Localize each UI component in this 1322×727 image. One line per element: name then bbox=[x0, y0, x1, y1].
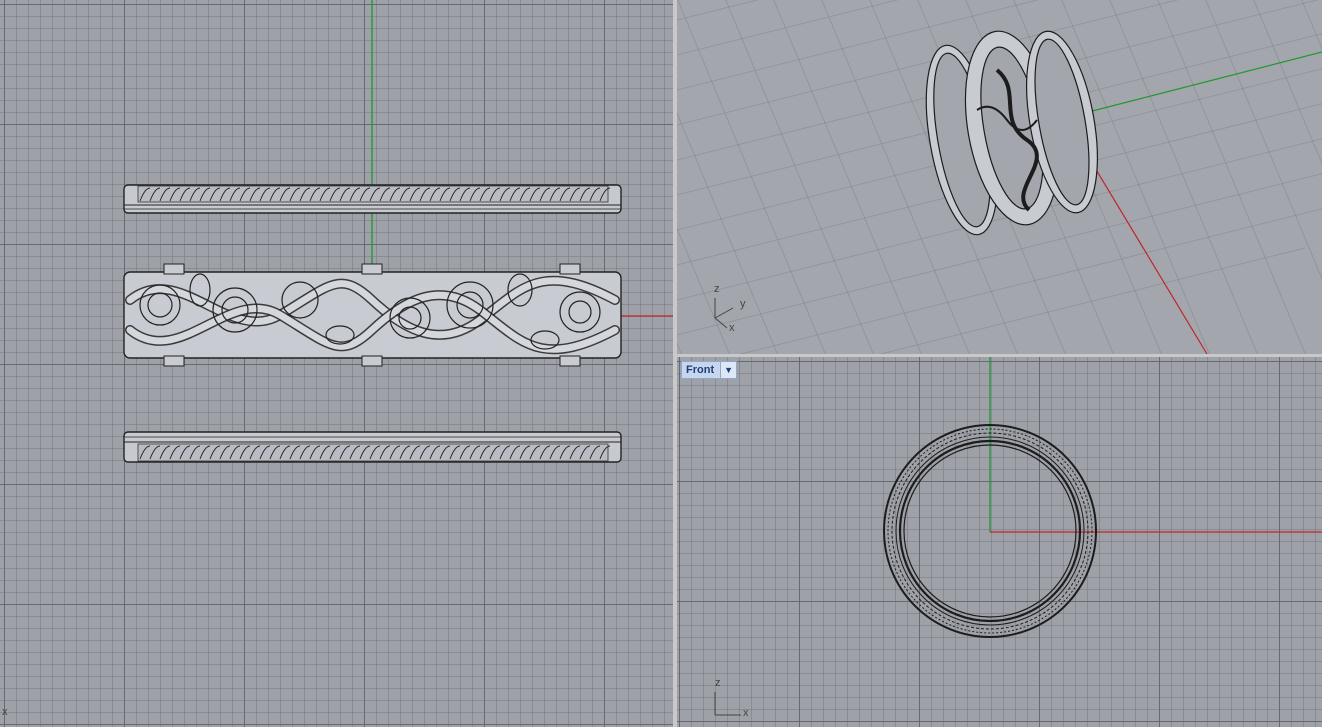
viewport-title-label[interactable]: Front bbox=[682, 364, 720, 376]
perspective-grid-canvas bbox=[677, 0, 1322, 354]
axis-x-label: x bbox=[743, 707, 749, 719]
axis-z-label: z bbox=[714, 283, 720, 295]
bottom-band[interactable] bbox=[123, 431, 622, 463]
axis-y-label: y bbox=[740, 298, 746, 310]
y-axis-line bbox=[1064, 51, 1322, 119]
top-view-canvas bbox=[123, 0, 673, 463]
top-band[interactable] bbox=[123, 184, 622, 214]
front-view-canvas bbox=[714, 357, 1322, 716]
viewport-perspective[interactable]: z y x bbox=[677, 0, 1322, 354]
dropdown-arrow-icon[interactable]: ▼ bbox=[720, 362, 737, 378]
viewport-front[interactable]: Front ▼ z x bbox=[677, 357, 1322, 727]
axis-x-label: x bbox=[2, 706, 8, 718]
axis-x-label: x bbox=[729, 322, 735, 334]
front-axis-icon bbox=[714, 692, 741, 716]
filigree-band[interactable] bbox=[123, 263, 622, 367]
ring-set-model[interactable] bbox=[914, 24, 1110, 240]
axis-z-label: z bbox=[715, 677, 721, 689]
viewport-title-front[interactable]: Front ▼ bbox=[681, 361, 738, 379]
viewport-top[interactable]: x bbox=[0, 0, 673, 727]
